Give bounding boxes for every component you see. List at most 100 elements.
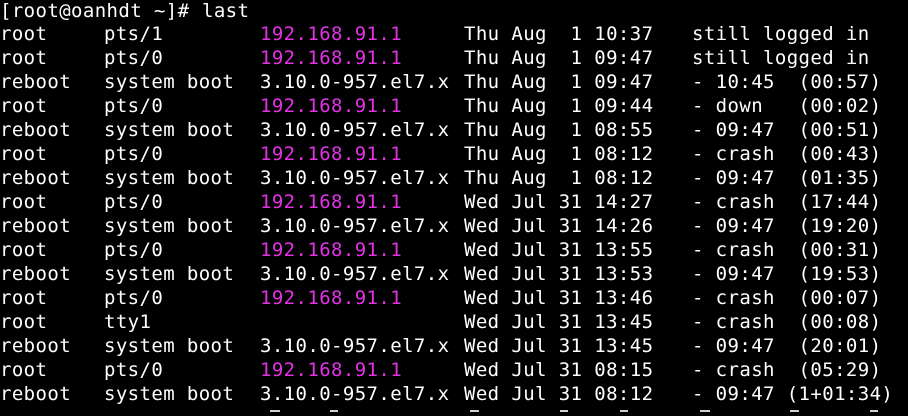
session-status-cell: - 09:47 (01:35) [692,167,882,189]
tty-cell: system boot [104,167,235,189]
table-row: reboot system boot 3.10.0-957.el7.x Wed Jul… [0,214,908,238]
host-cell: 192.168.91.1 [260,191,403,213]
tty-cell: pts/1 [104,23,164,45]
host-cell: 3.10.0-957.el7.x [260,119,450,141]
session-status-cell: - 09:47 (20:01) [692,335,882,357]
login-time-cell: Thu Aug 1 08:55 [464,119,654,141]
table-row: reboot system boot 3.10.0-957.el7.x Thu Aug… [0,166,908,190]
user-cell: reboot [0,71,72,93]
user-cell: root [0,23,48,45]
session-status-cell: - crash (00:08) [692,311,882,333]
login-time-cell: Wed Jul 31 13:55 [464,239,654,261]
tty-cell: pts/0 [104,47,164,69]
tty-cell: pts/0 [104,191,164,213]
command-text: last [202,0,250,22]
session-status-cell: - 09:47 (00:51) [692,119,882,141]
host-cell: 192.168.91.1 [260,359,403,381]
host-cell: 3.10.0-957.el7.x [260,167,450,189]
tty-cell: system boot [104,263,235,285]
login-time-cell: Thu Aug 1 10:37 [464,23,654,45]
user-cell: reboot [0,167,72,189]
login-time-cell: Wed Jul 31 13:53 [464,263,654,285]
login-time-cell: Wed Jul 31 13:46 [464,287,654,309]
user-cell: root [0,143,48,165]
table-row: root tty1 Wed Jul 31 13:45 - crash (00:08) [0,310,908,334]
host-cell: 192.168.91.1 [260,23,403,45]
user-cell: reboot [0,263,72,285]
cutoff-fragment [270,410,280,412]
cutoff-fragment [870,410,878,412]
table-row: root pts/0 192.168.91.1 Wed Jul 31 08:15 - c… [0,358,908,382]
tty-cell: pts/0 [104,239,164,261]
session-status-cell: - 10:45 (00:57) [692,71,882,93]
login-time-cell: Wed Jul 31 13:45 [464,335,654,357]
partially-visible-line [0,406,908,416]
login-time-cell: Thu Aug 1 08:12 [464,167,654,189]
login-time-cell: Wed Jul 31 14:26 [464,215,654,237]
login-time-cell: Thu Aug 1 09:47 [464,71,654,93]
terminal-window[interactable]: [root@oanhdt ~]# last root pts/1 192.168.9… [0,0,908,416]
user-cell: root [0,191,48,213]
host-cell: 192.168.91.1 [260,143,403,165]
login-time-cell: Thu Aug 1 08:12 [464,143,654,165]
tty-cell: pts/0 [104,359,164,381]
cutoff-fragment [470,410,479,412]
session-status-cell: - 09:47 (19:53) [692,263,882,285]
table-row: root pts/1 192.168.91.1 Thu Aug 1 10:37 stil… [0,22,908,46]
tty-cell: pts/0 [104,143,164,165]
table-row: root pts/0 192.168.91.1 Wed Jul 31 13:55 - c… [0,238,908,262]
cutoff-fragment [790,410,799,412]
host-cell: 3.10.0-957.el7.x [260,71,450,93]
host-cell: 192.168.91.1 [260,287,403,309]
user-cell: reboot [0,383,72,405]
session-status-cell: - crash (00:43) [692,143,882,165]
table-row: reboot system boot 3.10.0-957.el7.x Thu Aug… [0,70,908,94]
tty-cell: pts/0 [104,287,164,309]
login-time-cell: Thu Aug 1 09:47 [464,47,654,69]
host-cell: 3.10.0-957.el7.x [260,215,450,237]
user-cell: reboot [0,119,72,141]
tty-cell: tty1 [104,311,152,333]
user-cell: root [0,95,48,117]
user-cell: root [0,239,48,261]
tty-cell: system boot [104,71,235,93]
host-cell: 192.168.91.1 [260,239,403,261]
table-row: root pts/0 192.168.91.1 Thu Aug 1 08:12 - cr… [0,142,908,166]
table-row: reboot system boot 3.10.0-957.el7.x Wed Jul… [0,334,908,358]
login-time-cell: Wed Jul 31 14:27 [464,191,654,213]
table-row: root pts/0 192.168.91.1 Wed Jul 31 13:46 - c… [0,286,908,310]
host-cell: 192.168.91.1 [260,47,403,69]
user-cell: reboot [0,215,72,237]
login-time-cell: Thu Aug 1 09:44 [464,95,654,117]
table-row: reboot system boot 3.10.0-957.el7.x Wed Jul… [0,382,908,406]
user-cell: root [0,359,48,381]
session-status-cell: - crash (05:29) [692,359,882,381]
table-row: root pts/0 192.168.91.1 Thu Aug 1 09:47 stil… [0,46,908,70]
session-status-cell: - 09:47 (19:20) [692,215,882,237]
login-time-cell: Wed Jul 31 08:15 [464,359,654,381]
user-cell: root [0,47,48,69]
cutoff-fragment [560,410,568,412]
tty-cell: system boot [104,119,235,141]
prompt-line: [root@oanhdt ~]# last [0,0,908,23]
user-cell: root [0,311,48,333]
tty-cell: system boot [104,383,235,405]
user-cell: reboot [0,335,72,357]
user-cell: root [0,287,48,309]
cutoff-fragment [330,410,338,412]
tty-cell: pts/0 [104,95,164,117]
session-status-cell: - crash (00:31) [692,239,882,261]
login-time-cell: Wed Jul 31 13:45 [464,311,654,333]
session-status-cell: - crash (00:07) [692,287,882,309]
session-status-cell: - down (00:02) [692,95,882,117]
host-cell: 192.168.91.1 [260,95,403,117]
session-status-cell: still logged in [692,23,870,45]
host-cell: 3.10.0-957.el7.x [260,263,450,285]
session-status-cell: - crash (17:44) [692,191,882,213]
tty-cell: system boot [104,335,235,357]
host-cell: 3.10.0-957.el7.x [260,335,450,357]
host-cell: 3.10.0-957.el7.x [260,383,450,405]
table-row: root pts/0 192.168.91.1 Wed Jul 31 14:27 - c… [0,190,908,214]
table-row: root pts/0 192.168.91.1 Thu Aug 1 09:44 - do… [0,94,908,118]
cutoff-fragment [700,410,710,412]
